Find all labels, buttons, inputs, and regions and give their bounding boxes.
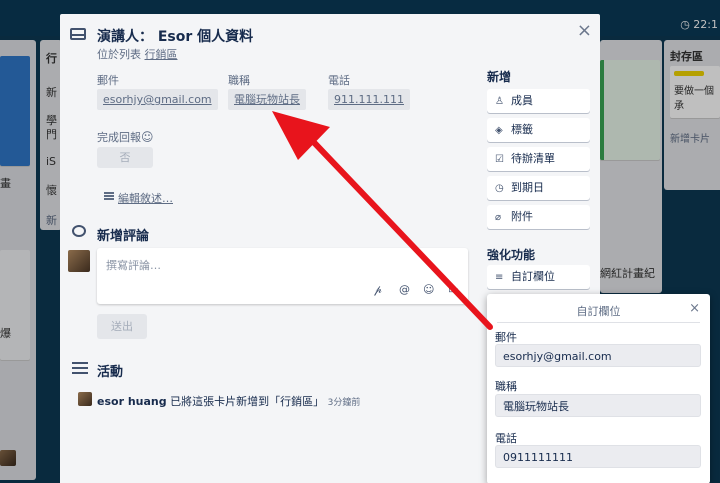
powerups-section-title: 強化功能 bbox=[487, 248, 536, 262]
attachment-icon[interactable]: 𝓅 bbox=[374, 283, 382, 297]
custom-fields-popover: 自訂欄位 × 郵件 esorhjy@gmail.com 職稱 電腦玩物站長 電話… bbox=[487, 294, 710, 483]
button-label: 附件 bbox=[511, 210, 533, 223]
checkbox-icon: ☑ bbox=[495, 154, 504, 165]
popover-title: 自訂欄位 bbox=[576, 305, 621, 318]
button-label: 到期日 bbox=[511, 181, 544, 194]
activity-time[interactable]: 3分鐘前 bbox=[328, 398, 361, 408]
field-value-title[interactable]: 電腦玩物站長 bbox=[228, 89, 306, 110]
custom-fields-button[interactable]: ≡ 自訂欄位 bbox=[487, 265, 590, 289]
button-label: 標籤 bbox=[511, 123, 533, 136]
phone-field[interactable]: 0911111111 bbox=[495, 445, 701, 468]
field-label-title: 職稱 bbox=[228, 74, 250, 87]
comment-icon bbox=[72, 225, 86, 237]
clock-icon: ◷ bbox=[495, 183, 504, 194]
members-button[interactable]: ♙ 成員 bbox=[487, 89, 590, 113]
card-link-icon[interactable]: ▭ bbox=[448, 283, 458, 296]
popover-label-email: 郵件 bbox=[495, 331, 517, 344]
activity-icon bbox=[72, 362, 88, 374]
field-label-phone: 電話 bbox=[328, 74, 350, 87]
avatar bbox=[68, 250, 90, 272]
labels-button[interactable]: ◈ 標籤 bbox=[487, 118, 590, 142]
button-label: 成員 bbox=[511, 94, 533, 107]
paperclip-icon: ⌀ bbox=[495, 212, 502, 223]
due-date-button[interactable]: ◷ 到期日 bbox=[487, 176, 590, 200]
popover-label-title: 職稱 bbox=[495, 380, 517, 393]
field-value-phone[interactable]: 911.111.111 bbox=[328, 89, 410, 110]
avatar bbox=[78, 392, 92, 406]
smiley-icon: ☺ bbox=[141, 130, 154, 144]
mention-icon[interactable]: @ bbox=[399, 283, 410, 296]
field-label-email: 郵件 bbox=[97, 74, 119, 87]
field-label-done: 完成回報☺ bbox=[97, 130, 154, 144]
in-list-text: 位於列表 行銷區 bbox=[97, 46, 178, 62]
emoji-icon[interactable]: ☺ bbox=[423, 283, 434, 296]
send-button[interactable]: 送出 bbox=[97, 314, 147, 339]
edit-description-link[interactable]: 編輯敘述… bbox=[118, 190, 173, 206]
attachment-button[interactable]: ⌀ 附件 bbox=[487, 205, 590, 229]
activity-section-title: 活動 bbox=[97, 365, 124, 380]
field-value-email[interactable]: esorhjy@gmail.com bbox=[97, 89, 218, 110]
button-label: 待辦清單 bbox=[511, 152, 555, 165]
popover-label-phone: 電話 bbox=[495, 432, 517, 445]
comment-input[interactable]: 撰寫評論… 𝓅 @ ☺ ▭ bbox=[97, 248, 468, 304]
add-section-title: 新增 bbox=[487, 70, 512, 84]
button-label: 自訂欄位 bbox=[511, 270, 555, 283]
activity-user[interactable]: esor huang bbox=[97, 395, 167, 408]
title-field[interactable]: 電腦玩物站長 bbox=[495, 394, 701, 417]
card-icon bbox=[70, 28, 86, 40]
divider bbox=[497, 322, 700, 323]
in-list-prefix: 位於列表 bbox=[97, 48, 141, 61]
person-icon: ♙ bbox=[495, 96, 504, 107]
list-link[interactable]: 行銷區 bbox=[145, 48, 178, 61]
close-icon[interactable]: × bbox=[689, 301, 700, 316]
activity-text: 已將這張卡片新增到「行銷區」 bbox=[170, 395, 325, 408]
tag-icon: ◈ bbox=[495, 125, 503, 136]
close-icon[interactable]: × bbox=[577, 20, 592, 41]
done-select[interactable]: 否 bbox=[97, 147, 153, 168]
email-field[interactable]: esorhjy@gmail.com bbox=[495, 344, 701, 367]
activity-entry: esor huang 已將這張卡片新增到「行銷區」 3分鐘前 bbox=[97, 393, 360, 409]
comment-section-title: 新增評論 bbox=[97, 229, 150, 244]
checklist-button[interactable]: ☑ 待辦清單 bbox=[487, 147, 590, 171]
custom-fields-icon: ≡ bbox=[495, 272, 504, 283]
description-icon bbox=[104, 192, 114, 200]
comment-placeholder: 撰寫評論… bbox=[106, 259, 161, 272]
card-title[interactable]: 演講人： Esor 個人資料 bbox=[97, 26, 253, 46]
